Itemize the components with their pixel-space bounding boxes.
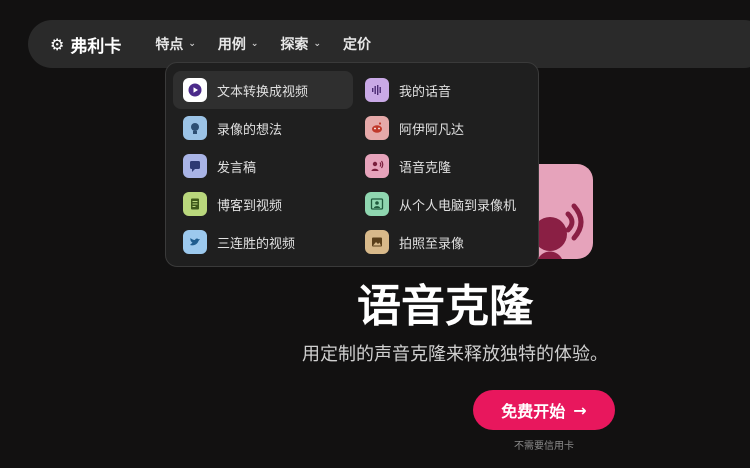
document-icon [183, 192, 207, 216]
waveform-icon [365, 78, 389, 102]
nav-item-label: 用例 [217, 37, 246, 53]
image-icon [365, 230, 389, 254]
hero-title: 语音克隆 [357, 281, 533, 332]
nav-item-features[interactable]: 特点 ⌄ [155, 34, 196, 54]
arrow-right-icon: → [573, 400, 587, 420]
speech-bubble-icon [183, 154, 207, 178]
dropdown-item-my-voice[interactable]: 我的话音 [355, 71, 535, 109]
dropdown-item-video-ideas[interactable]: 录像的想法 [173, 109, 353, 147]
nav-item-pricing[interactable]: 定价 [343, 34, 371, 54]
cta-label: 免费开始 [501, 402, 566, 421]
dropdown-item-label: 三连胜的视频 [217, 236, 296, 252]
start-free-button[interactable]: 免费开始 → [473, 390, 615, 430]
dropdown-item-label: 文本转换成视频 [217, 84, 309, 100]
dropdown-item-label: 阿伊阿凡达 [399, 122, 465, 138]
dropdown-item-thread-video[interactable]: 三连胜的视频 [173, 223, 353, 261]
nav-menu: 特点 ⌄ 用例 ⌄ 探索 ⌄ 定价 [155, 34, 393, 54]
dropdown-item-pc-to-recorder[interactable]: 从个人电脑到录像机 [355, 185, 535, 223]
dropdown-item-label: 语音克隆 [399, 160, 452, 176]
dropdown-item-label: 从个人电脑到录像机 [399, 198, 517, 214]
nav-item-explore[interactable]: 探索 ⌄ [280, 34, 321, 54]
dropdown-item-photo-to-video[interactable]: 拍照至录像 [355, 223, 535, 261]
dropdown-item-label: 拍照至录像 [399, 236, 465, 252]
nav-item-label: 特点 [155, 37, 184, 53]
twitter-icon [183, 230, 207, 254]
dropdown-item-speech[interactable]: 发言稿 [173, 147, 353, 185]
reddit-icon [365, 116, 389, 140]
chevron-down-icon: ⌄ [188, 39, 196, 49]
hero-subtitle: 用定制的声音克隆来释放独特的体验。 [302, 344, 608, 365]
dropdown-item-label: 录像的想法 [217, 122, 283, 138]
nav-item-label: 探索 [280, 37, 309, 53]
lightbulb-icon [183, 116, 207, 140]
dropdown-item-label: 发言稿 [217, 160, 257, 176]
chevron-down-icon: ⌄ [313, 39, 321, 49]
voice-person-icon [365, 154, 389, 178]
nav-item-use-cases[interactable]: 用例 ⌄ [218, 34, 259, 54]
dropdown-item-ai-avatar[interactable]: 阿伊阿凡达 [355, 109, 535, 147]
person-card-icon [365, 192, 389, 216]
nav-item-label: 定价 [342, 37, 371, 53]
dropdown-item-voice-clone[interactable]: 语音克隆 [355, 147, 535, 185]
brand-name: 弗利卡 [70, 36, 122, 57]
dropdown-item-label: 我的话音 [399, 84, 452, 100]
dropdown-item-label: 博客到视频 [217, 198, 283, 214]
no-credit-card-note: 不需要信用卡 [514, 441, 574, 452]
chevron-down-icon: ⌄ [250, 39, 259, 49]
dropdown-column-left: 文本转换成视频 录像的想法 发言稿 博客到视频 三连胜的视频 [173, 71, 353, 261]
top-navbar: ⚙ 弗利卡 特点 ⌄ 用例 ⌄ 探索 ⌄ 定价 [28, 20, 750, 68]
dropdown-column-right: 我的话音 阿伊阿凡达 语音克隆 从个人电脑到录像机 拍照至录像 [355, 71, 535, 261]
brand-logo[interactable]: ⚙ 弗利卡 [50, 32, 121, 57]
dropdown-item-blog-to-video[interactable]: 博客到视频 [173, 185, 353, 223]
dropdown-item-text-to-video[interactable]: 文本转换成视频 [173, 71, 353, 109]
play-icon [183, 78, 207, 102]
features-dropdown: 文本转换成视频 录像的想法 发言稿 博客到视频 三连胜的视频 我的话音 阿伊阿凡… [165, 62, 539, 267]
gear-icon: ⚙ [50, 34, 65, 54]
